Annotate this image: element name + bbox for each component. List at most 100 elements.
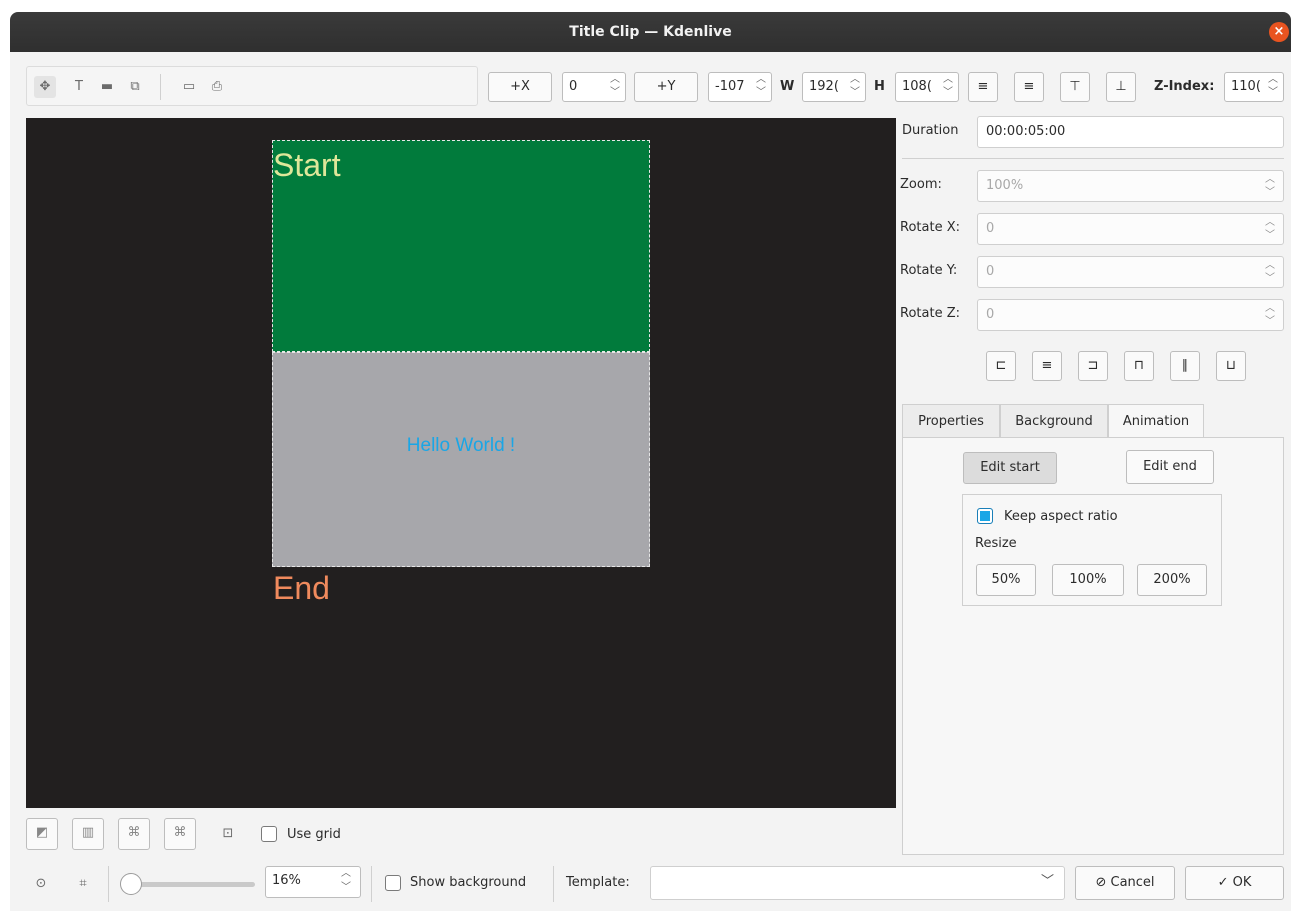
template-label: Template: [566,875,630,890]
separator [553,866,554,902]
rectangle-tool-icon[interactable]: ▬ [96,76,118,98]
zoom-fit-icon[interactable]: ⌗ [72,873,94,895]
edit-end-button[interactable]: Edit end [1126,450,1214,484]
cancel-icon: ⊘ [1095,875,1107,890]
open-document-icon[interactable]: ▭ [178,76,200,98]
align-left-edge-icon[interactable]: ⊏ [986,351,1016,381]
spin-arrows-icon: ︿ ﹀ [1265,174,1275,198]
show-background-checkbox[interactable] [385,875,401,891]
image-tool-icon[interactable]: ⧉ [124,76,146,98]
chevron-down-icon[interactable]: ﹀ [1041,867,1054,897]
separator [108,866,109,902]
rotate-z-field: 0 ︿ ﹀ [977,299,1284,331]
zoom-slider-track[interactable] [125,882,255,887]
tab-animation[interactable]: Animation [1108,404,1204,439]
keep-aspect-label: Keep aspect ratio [1004,509,1118,524]
rotate-y-field: 0 ︿ ﹀ [977,256,1284,288]
height-spinbox[interactable]: 108( ︿ ﹀ [895,72,959,102]
z-index-label: Z-Index: [1154,79,1215,94]
tab-properties[interactable]: Properties [902,404,1000,438]
spin-arrows-icon[interactable]: ︿ ﹀ [849,73,861,101]
z-index-spinbox[interactable]: 110( ︿ ﹀ [1224,72,1284,102]
spin-arrows-icon: ︿ ﹀ [1265,303,1275,327]
keep-aspect-checkbox[interactable] [977,508,993,524]
x-position-value: 0 [569,79,578,94]
toolbar-tools-group [26,66,478,106]
unite-items-icon[interactable]: ⌘ [118,818,150,850]
resize-200-button[interactable]: 200% [1137,564,1207,596]
width-value: 192( [809,79,839,94]
height-label: H [874,79,885,94]
zoom-spinbox[interactable]: 16% ︿ ﹀ [265,866,361,898]
spin-arrows-icon[interactable]: ︿ ﹀ [1267,73,1279,101]
center-x-button[interactable]: +X [488,72,552,102]
align-top-edge-icon[interactable]: ⊓ [1124,351,1154,381]
resize-100-button[interactable]: 100% [1052,564,1124,596]
spin-arrows-icon[interactable]: ︿ ﹀ [609,73,621,101]
cancel-label: Cancel [1110,875,1155,890]
ok-label: OK [1232,875,1252,890]
ungroup-items-icon[interactable]: ⌘ [164,818,196,850]
close-icon[interactable]: × [1269,22,1289,42]
spin-arrows-icon: ︿ ﹀ [1265,217,1275,241]
duration-field[interactable]: 00:00:05:00 [977,116,1284,148]
select-tool-icon[interactable]: ✥ [34,76,56,98]
align-right-icon[interactable]: ≡ [1014,72,1044,102]
rotate-x-field: 0 ︿ ﹀ [977,213,1284,245]
width-spinbox[interactable]: 192( ︿ ﹀ [802,72,866,102]
center-y-button[interactable]: +Y [634,72,698,102]
align-vcenter-icon[interactable]: ∥ [1170,351,1200,381]
cancel-button[interactable]: ⊘ Cancel [1075,866,1175,900]
end-viewport-rect[interactable] [272,352,650,567]
window-title: Title Clip — Kdenlive [569,24,732,40]
pick-background-icon[interactable]: ◩ [26,818,58,850]
y-position-value: -107 [715,79,745,94]
rotate-x-value: 0 [986,221,995,236]
rotate-z-label: Rotate Z: [900,306,960,321]
use-grid-checkbox[interactable] [261,826,277,842]
zoom-label: Zoom: [900,177,942,192]
resize-label: Resize [975,536,1017,551]
spin-arrows-icon[interactable]: ︿ ﹀ [340,867,352,895]
spin-arrows-icon: ︿ ﹀ [1265,260,1275,284]
spin-arrows-icon[interactable]: ︿ ﹀ [942,73,954,101]
text-tool-icon[interactable]: T [68,76,90,98]
divider [902,158,1284,159]
window-titlebar: Title Clip — Kdenlive × [10,12,1291,52]
save-document-icon[interactable]: ⎙ [206,76,228,98]
rotate-y-label: Rotate Y: [900,263,958,278]
check-icon: ✓ [1217,875,1229,890]
edit-start-button[interactable]: Edit start [963,452,1057,484]
width-label: W [780,79,795,94]
zoom-original-icon[interactable]: ⊙ [30,873,52,895]
show-background-label: Show background [410,875,527,890]
align-left-icon[interactable]: ≡ [968,72,998,102]
spin-arrows-icon[interactable]: ︿ ﹀ [755,73,767,101]
y-position-spinbox[interactable]: -107 ︿ ﹀ [708,72,772,102]
align-hcenter-icon[interactable]: ≡ [1032,351,1062,381]
rotate-y-value: 0 [986,264,995,279]
resize-canvas-icon[interactable]: ⊡ [217,823,239,845]
align-top-icon[interactable]: ⊤ [1060,72,1090,102]
ok-button[interactable]: ✓ OK [1185,866,1284,900]
text-item[interactable]: Hello World ! [272,435,650,457]
safe-zone-icon[interactable]: ▥ [72,818,104,850]
zoom-field: 100% ︿ ﹀ [977,170,1284,202]
zoom-spin-value: 16% [272,873,301,888]
zoom-slider-handle[interactable] [120,873,142,895]
toolbar-separator [160,74,161,100]
use-grid-label: Use grid [287,827,341,842]
end-label: End [273,570,330,606]
align-bottom-icon[interactable]: ⊥ [1106,72,1136,102]
duration-value: 00:00:05:00 [986,124,1066,139]
zoom-value: 100% [986,178,1024,193]
rotate-z-value: 0 [986,307,995,322]
resize-50-button[interactable]: 50% [976,564,1036,596]
duration-label: Duration [902,123,959,138]
template-dropdown[interactable]: ﹀ [650,866,1065,900]
x-position-spinbox[interactable]: 0 ︿ ﹀ [562,72,626,102]
separator [371,866,372,902]
tab-background[interactable]: Background [1000,404,1108,438]
align-right-edge-icon[interactable]: ⊐ [1078,351,1108,381]
align-bottom-edge-icon[interactable]: ⊔ [1216,351,1246,381]
